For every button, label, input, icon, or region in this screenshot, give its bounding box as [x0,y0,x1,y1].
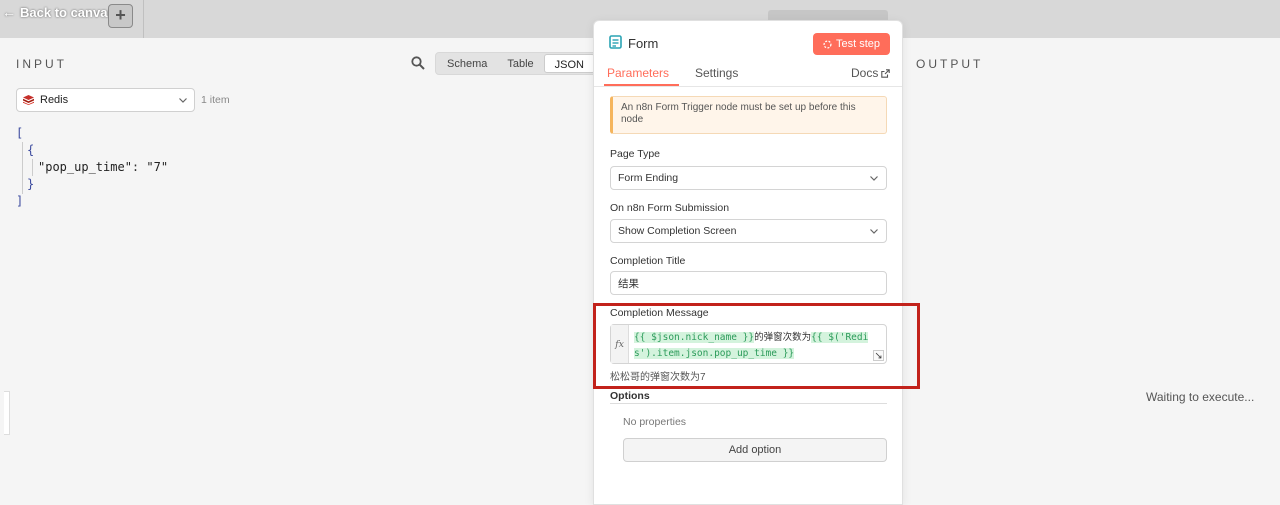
json-close-brace: } [27,177,35,191]
json-key-value-row: "pop_up_time": "7" [16,159,168,176]
item-count: 1 item [201,94,230,106]
on-submission-value: Show Completion Screen [618,225,737,237]
completion-title-label: Completion Title [610,255,686,267]
page-type-label: Page Type [610,148,661,160]
arrow-left-icon: ← [2,4,16,20]
panel-edge-handle[interactable] [4,391,10,435]
display-mode-toggle: Schema Table JSON [435,52,597,75]
expression-token: {{ $json.nick_name }} [634,332,755,343]
add-node-button[interactable]: + [108,4,133,28]
chevron-down-icon [870,176,878,181]
add-option-button[interactable]: Add option [623,438,887,462]
expression-text[interactable]: {{ $json.nick_name }}的弹窗次数为{{ $('Redis')… [634,330,878,362]
expression-result-preview: 松松哥的弹窗次数为7 [610,372,706,383]
input-node-name: Redis [40,94,69,106]
completion-title-input[interactable]: 结果 [610,271,887,295]
on-submission-label: On n8n Form Submission [610,202,730,214]
json-output-view: [ { "pop_up_time": "7" } ] [16,125,168,210]
indent-guide [22,142,23,194]
indent-guide [32,159,33,176]
loading-spinner-icon [823,39,832,49]
fx-icon: fx [611,325,629,363]
node-title[interactable]: Form [628,36,658,51]
divider [610,403,887,404]
docs-link[interactable]: Docs [851,66,891,80]
json-key: "pop_up_time" [38,160,132,174]
json-colon: : [131,160,147,174]
expand-editor-icon[interactable] [873,350,884,361]
test-step-button[interactable]: Test step [813,33,890,55]
form-icon [609,35,622,49]
output-panel-title: OUTPUT [916,57,984,71]
waiting-status: Waiting to execute... [1146,390,1255,404]
back-to-canvas-link[interactable]: ← Back to canvas [2,4,115,20]
node-parameters-panel: Form Test step Parameters Settings Docs … [593,20,903,505]
json-open-bracket: [ [16,126,24,140]
test-step-label: Test step [835,38,881,50]
input-node-select[interactable]: Redis [16,88,195,112]
completion-message-expression-editor[interactable]: fx {{ $json.nick_name }}的弹窗次数为{{ $('Redi… [610,324,887,364]
json-value: "7" [146,160,169,174]
view-json-option[interactable]: JSON [543,54,595,73]
page-type-value: Form Ending [618,172,679,184]
tab-parameters[interactable]: Parameters [607,66,669,80]
tab-settings[interactable]: Settings [695,66,738,80]
input-panel-title: INPUT [16,57,67,71]
search-icon[interactable] [411,56,425,70]
json-open-brace: { [27,143,35,157]
on-submission-select[interactable]: Show Completion Screen [610,219,887,243]
active-tab-indicator [604,84,679,86]
view-table-option[interactable]: Table [497,54,543,73]
panel-header: Form Test step Parameters Settings Docs [594,21,902,87]
completion-message-label: Completion Message [610,307,709,319]
page-type-select[interactable]: Form Ending [610,166,887,190]
back-to-canvas-label: Back to canvas [20,4,115,20]
divider [143,0,144,38]
external-link-icon [881,68,891,78]
expression-literal: 的弹窗次数为 [754,332,812,343]
chevron-down-icon [870,229,878,234]
trigger-warning-notice: An n8n Form Trigger node must be set up … [610,96,887,134]
json-close-bracket: ] [16,194,24,208]
docs-label: Docs [851,66,879,80]
redis-icon [23,95,34,105]
options-label: Options [610,390,650,402]
completion-title-value: 结果 [618,277,639,290]
chevron-down-icon [179,98,187,103]
no-properties-text: No properties [623,416,687,428]
view-schema-option[interactable]: Schema [437,54,497,73]
